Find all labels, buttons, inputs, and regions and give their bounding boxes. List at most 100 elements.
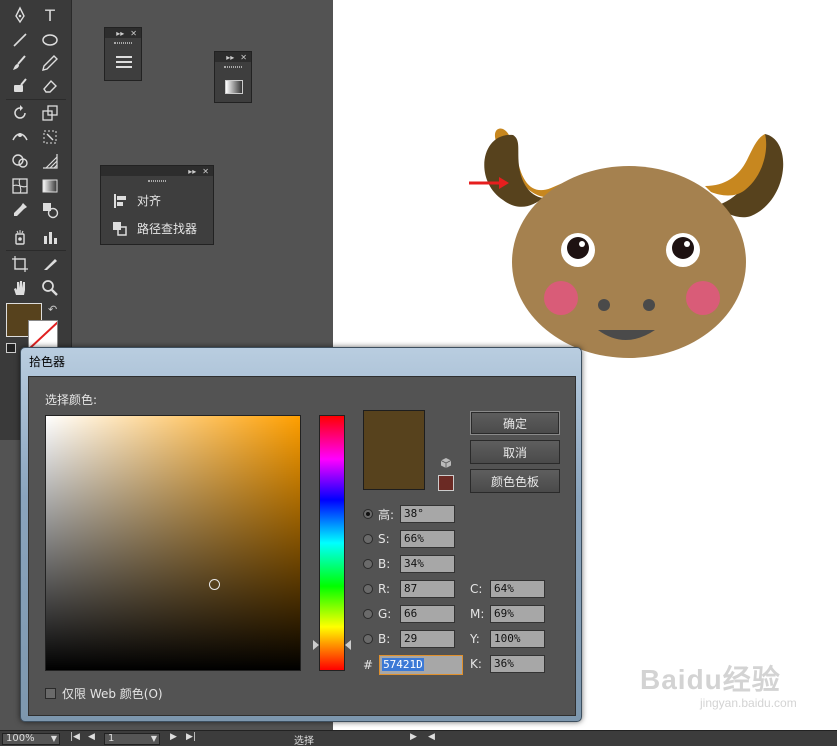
radio-green[interactable] [363,609,373,619]
pathfinder-icon [113,221,127,236]
prev-page-icon[interactable]: ◀ [88,732,95,742]
magenta-input[interactable]: 69% [490,605,545,623]
symbol-sprayer-tool-icon[interactable] [8,226,32,248]
cmyk-row-m[interactable]: M: 69% [470,605,545,623]
rgb-row-r[interactable]: R: 87 [363,580,455,598]
saturation-input[interactable]: 66% [400,530,455,548]
eyedropper-tool-icon[interactable] [8,199,32,221]
radio-saturation[interactable] [363,534,373,544]
hue-slider-left-arrow[interactable] [313,639,319,650]
black-input[interactable]: 36% [490,655,545,673]
gradient-panel-icon[interactable] [225,80,243,94]
bull-illustration[interactable] [333,0,837,400]
panel-grip[interactable] [224,66,242,68]
next-page-icon[interactable]: ▶ [170,732,177,742]
gamut-warning-swatch[interactable] [438,475,454,491]
dialog-title[interactable]: 拾色器 [29,353,65,370]
expand-icon[interactable]: ▸▸ [226,53,234,62]
line-tool-icon[interactable] [8,29,32,51]
zoom-tool-icon[interactable] [38,277,62,299]
cmyk-row-k[interactable]: K: 36% [470,655,545,673]
hue-slider[interactable] [313,415,351,671]
blue-input[interactable]: 29 [400,630,455,648]
expand-icon[interactable]: ▸▸ [116,29,124,38]
column-graph-tool-icon[interactable] [38,226,62,248]
rotate-tool-icon[interactable] [8,102,32,124]
hue-input[interactable]: 38° [400,505,455,523]
radio-brightness[interactable] [363,559,373,569]
default-fill-stroke-icon[interactable] [6,343,16,353]
red-input[interactable]: 87 [400,580,455,598]
cancel-button[interactable]: 取消 [470,440,560,464]
green-input[interactable]: 66 [400,605,455,623]
yellow-input[interactable]: 100% [490,630,545,648]
bull-face[interactable] [512,166,746,358]
panel-grip[interactable] [114,42,132,44]
artboard-tool-icon[interactable] [8,253,32,275]
tool-separator [6,99,66,100]
paintbrush-tool-icon[interactable] [8,52,32,74]
swap-fill-stroke-icon[interactable]: ↶ [48,303,57,316]
pencil-tool-icon[interactable] [38,52,62,74]
radio-hue[interactable] [363,509,373,519]
blend-tool-icon[interactable] [38,199,62,221]
eraser-tool-icon[interactable] [38,75,62,97]
hand-tool-icon[interactable] [8,277,32,299]
ellipse-tool-icon[interactable] [38,29,62,51]
scroll-left-icon[interactable]: ◀ [428,732,435,742]
width-tool-icon[interactable] [8,126,32,148]
color-swatches-button[interactable]: 颜色色板 [470,469,560,493]
stroke-swatch[interactable] [28,320,58,348]
color-field[interactable] [45,415,301,671]
web-safe-cube-icon[interactable] [440,457,452,469]
web-only-option[interactable]: 仅限 Web 颜色(O) [45,685,163,702]
radio-red[interactable] [363,584,373,594]
pen-tool-icon[interactable] [8,4,32,26]
panel-header[interactable]: ▸▸ ✕ [101,166,213,176]
cmyk-row-y[interactable]: Y: 100% [470,630,545,648]
panel-item-pathfinder[interactable]: 路径查找器 [113,220,197,237]
close-icon[interactable]: ✕ [130,29,137,38]
rgb-row-b[interactable]: B: 29 [363,630,455,648]
menu-lines-icon[interactable] [116,56,132,68]
panel-item-align[interactable]: 对齐 [113,192,161,209]
close-icon[interactable]: ✕ [202,167,209,176]
panel-header[interactable]: ▸▸ ✕ [105,28,141,38]
hsb-row-b[interactable]: B: 34% [363,555,455,573]
hsb-row-h[interactable]: 高: 38° [363,505,455,523]
last-page-icon[interactable]: ▶| [186,732,196,742]
perspective-grid-tool-icon[interactable] [38,150,62,172]
mesh-tool-icon[interactable] [8,175,32,197]
scale-tool-icon[interactable] [38,102,62,124]
blob-brush-tool-icon[interactable] [8,75,32,97]
type-tool-icon[interactable]: T [38,4,62,26]
panel-header[interactable]: ▸▸ ✕ [215,52,251,62]
rgb-row-g[interactable]: G: 66 [363,605,455,623]
brightness-input[interactable]: 34% [400,555,455,573]
web-only-checkbox[interactable] [45,688,56,699]
right-eye-glint [684,241,690,247]
hue-slider-right-arrow[interactable] [345,639,351,650]
hsb-row-s[interactable]: S: 66% [363,530,455,548]
ok-button[interactable]: 确定 [470,411,560,435]
panel-grip[interactable] [148,180,166,182]
free-transform-tool-icon[interactable] [38,126,62,148]
status-menu-arrow-icon[interactable]: ▶ [410,732,417,742]
collapsed-panel-menu: ▸▸ ✕ [104,27,142,81]
cmyk-row-c[interactable]: C: 64% [470,580,545,598]
hex-row[interactable]: # 57421D [363,655,464,675]
cyan-input[interactable]: 64% [490,580,545,598]
expand-icon[interactable]: ▸▸ [188,167,196,176]
zoom-select[interactable]: 100% ▼ [2,733,60,745]
page-select[interactable]: 1 ▼ [104,733,160,745]
slice-tool-icon[interactable] [38,253,62,275]
color-field-marker[interactable] [208,578,220,590]
status-mode[interactable]: 选择 [294,732,314,746]
left-horn[interactable] [484,134,543,207]
gradient-tool-icon[interactable] [38,175,62,197]
first-page-icon[interactable]: |◀ [70,732,80,742]
shape-builder-tool-icon[interactable] [8,150,32,172]
hex-input[interactable]: 57421D [379,655,464,675]
close-icon[interactable]: ✕ [240,53,247,62]
radio-blue[interactable] [363,634,373,644]
